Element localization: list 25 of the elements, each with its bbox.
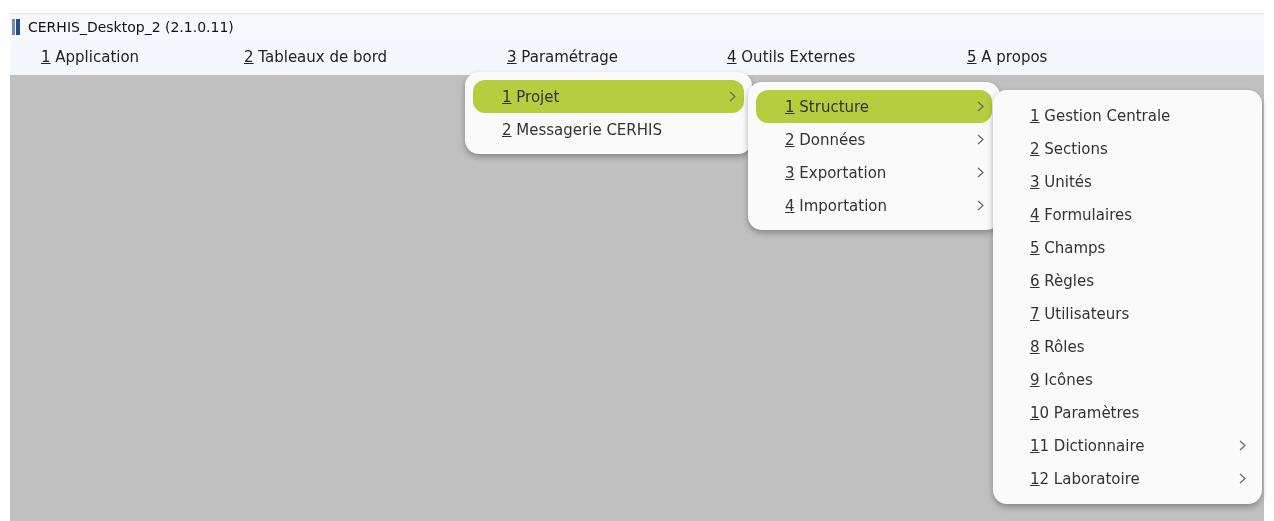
menu-bar-item[interactable]: 1 Application <box>37 45 144 69</box>
menu-item[interactable]: 11 Dictionnaire <box>1001 429 1254 462</box>
menu-item[interactable]: 4 Importation <box>756 189 992 222</box>
menu-bar-item[interactable]: 5 A propos <box>963 45 1052 69</box>
menu-item[interactable]: 6 Règles <box>1001 264 1254 297</box>
menu-item[interactable]: 1 Gestion Centrale <box>1001 99 1254 132</box>
menu-item[interactable]: 2 Données <box>756 123 992 156</box>
menu-item[interactable]: 5 Champs <box>1001 231 1254 264</box>
menu-item[interactable]: 1 Structure <box>756 90 992 123</box>
menu-item[interactable]: 2 Sections <box>1001 132 1254 165</box>
menu-item[interactable]: 8 Rôles <box>1001 330 1254 363</box>
menu-bar-item[interactable]: 3 Paramétrage <box>503 45 623 69</box>
window-title: CERHIS_Desktop_2 (2.1.0.11) <box>28 18 234 35</box>
menu-bar-item[interactable]: 4 Outils Externes <box>723 45 860 69</box>
menu-item[interactable]: 2 Messagerie CERHIS <box>473 113 744 146</box>
menu-item[interactable]: 1 Projet <box>473 80 744 113</box>
menu-item[interactable]: 9 Icônes <box>1001 363 1254 396</box>
menu-item[interactable]: 12 Laboratoire <box>1001 462 1254 495</box>
menu-item[interactable]: 4 Formulaires <box>1001 198 1254 231</box>
menu-item[interactable]: 3 Exportation <box>756 156 992 189</box>
app-icon <box>12 18 20 35</box>
menu-item[interactable]: 3 Unités <box>1001 165 1254 198</box>
menu-item[interactable]: 10 Paramètres <box>1001 396 1254 429</box>
menu-bar-item[interactable]: 2 Tableaux de bord <box>240 45 392 69</box>
menu-item[interactable]: 7 Utilisateurs <box>1001 297 1254 330</box>
